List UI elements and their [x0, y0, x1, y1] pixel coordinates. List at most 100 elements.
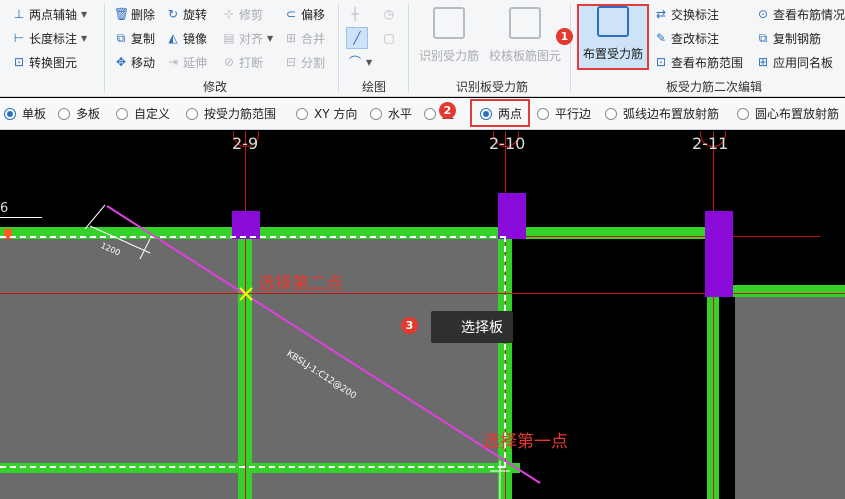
verify-rebar-button[interactable]: 校核板筋图元 — [487, 4, 563, 70]
draw-point-button[interactable]: ┼ — [348, 4, 362, 24]
convert-element-button[interactable]: ⊡ 转换图元 — [12, 52, 77, 72]
identify-group-label: 识别板受力筋 — [456, 80, 529, 94]
option-parallel[interactable]: 平行边 — [537, 105, 591, 122]
identify-icon — [433, 7, 465, 39]
two-point-axis-button[interactable]: ⊥ 两点辅轴 ▼ — [12, 4, 87, 24]
break-icon: ⊘ — [223, 55, 235, 69]
draw-clock-button[interactable]: ◷ — [382, 4, 396, 24]
swap-icon: ⇄ — [655, 7, 667, 21]
option-single[interactable]: 单板 — [4, 105, 46, 122]
pick-second-point-hint: 选择第二点 — [258, 274, 343, 294]
split-button[interactable]: ⊟ 分割 — [284, 52, 325, 72]
option-custom[interactable]: 自定义 — [116, 105, 170, 122]
option-circle-radial[interactable]: 圆心布置放射筋 — [737, 105, 839, 122]
step-badge-2: 2 — [439, 102, 456, 119]
rotate-icon: ↻ — [167, 7, 179, 21]
option-horizontal[interactable]: 水平 — [370, 105, 412, 122]
option-multi[interactable]: 多板 — [58, 105, 100, 122]
break-button[interactable]: ⊘ 打断 — [222, 52, 263, 72]
ribbon-toolbar: ⊥ 两点辅轴 ▼ ⊢ 长度标注 ▼ ⊡ 转换图元 🗑 删除 ↻ 旋转 ⊹ 修剪 ⊂ 偏移 ⧉ 复制 … — [0, 0, 845, 97]
view-range-button[interactable]: ⊡ 查看布筋范围 — [654, 52, 743, 72]
range-icon: ⊡ — [655, 55, 667, 69]
trash-icon: 🗑 — [114, 7, 130, 21]
separator — [338, 4, 339, 92]
radio-icon — [296, 107, 308, 120]
split-icon: ⊟ — [285, 55, 297, 69]
move-button[interactable]: ✥ 移动 — [114, 52, 155, 72]
extend-icon: ⇥ — [167, 55, 179, 69]
extend-button[interactable]: ⇥ 延伸 — [166, 52, 207, 72]
draw-arc-button[interactable]: ⌒ ▼ — [348, 52, 372, 72]
pick-first-point-hint: 选择第一点 — [483, 432, 568, 452]
radio-icon — [58, 107, 70, 120]
radio-icon — [116, 107, 128, 120]
merge-button[interactable]: ⊞ 合并 — [284, 28, 325, 48]
arc-icon: ⌒ — [348, 55, 361, 69]
step-badge-1: 1 — [556, 28, 573, 45]
option-xy[interactable]: XY 方向 — [296, 105, 357, 122]
radio-icon — [605, 107, 617, 120]
crosshair-icon: ┼ — [351, 7, 359, 21]
highlight-box — [470, 99, 530, 127]
delete-button[interactable]: 🗑 删除 — [114, 4, 155, 24]
radio-icon — [186, 107, 198, 120]
offset-button[interactable]: ⊂ 偏移 — [284, 4, 325, 24]
rotate-button[interactable]: ↻ 旋转 — [166, 4, 207, 24]
option-by-range[interactable]: 按受力筋范围 — [186, 105, 276, 122]
option-arc-radial[interactable]: 弧线边布置放射筋 — [605, 105, 719, 122]
edit-icon: ✎ — [655, 31, 667, 45]
mirror-button[interactable]: ◭ 镜像 — [166, 28, 207, 48]
options-bar: 单板 多板 自定义 按受力筋范围 XY 方向 水平 直 2 两点 平行边 弧线边… — [0, 98, 845, 222]
chevron-down-icon: ▼ — [81, 33, 88, 43]
align-button[interactable]: ▤ 对齐 ▼ — [222, 28, 273, 48]
merge-icon: ⊞ — [285, 31, 297, 45]
check-icon — [509, 7, 541, 39]
align-icon: ▤ — [223, 31, 235, 45]
line-icon: ╱ — [353, 31, 361, 45]
radio-icon — [370, 107, 382, 120]
separator — [104, 4, 105, 92]
length-dimension-button[interactable]: ⊢ 长度标注 ▼ — [12, 28, 87, 48]
step-badge-3: 3 — [401, 317, 418, 334]
copy-rebar-button[interactable]: ⧉ 复制钢筋 — [756, 28, 821, 48]
view-status-button[interactable]: ⊙ 查看布筋情况 — [756, 4, 845, 24]
dimension-icon: ⊢ — [13, 31, 25, 45]
copy-button[interactable]: ⧉ 复制 — [114, 28, 155, 48]
rebar-gear-icon — [597, 6, 629, 37]
copy-rebar-icon: ⧉ — [758, 31, 768, 45]
apply-same-button[interactable]: ⊞ 应用同名板 — [756, 52, 833, 72]
place-rebar-button[interactable]: 布置受力筋 — [577, 4, 649, 70]
rebar-line — [106, 205, 541, 484]
modify-label-button[interactable]: ✎ 查改标注 — [654, 28, 719, 48]
draw-line-button[interactable]: ╱ — [346, 27, 368, 49]
mirror-icon: ◭ — [168, 31, 178, 45]
drawing-canvas[interactable]: 2-9 2-10 2-11 6 KBSLJ-1:C12@200 1200 选择第… — [0, 131, 845, 499]
rebar-overlay — [84, 204, 541, 499]
move-icon: ✥ — [115, 55, 127, 69]
radio-icon — [4, 107, 16, 120]
offset-icon: ⊂ — [285, 7, 297, 21]
trim-icon: ⊹ — [223, 7, 235, 21]
clock-icon: ◷ — [383, 7, 395, 21]
separator — [570, 4, 571, 92]
identify-rebar-button[interactable]: 识别受力筋 — [414, 4, 484, 70]
view-icon: ⊙ — [757, 7, 769, 21]
modify-group-label: 修改 — [203, 80, 228, 94]
chevron-down-icon: ▼ — [81, 9, 88, 19]
chevron-down-icon: ▼ — [366, 57, 373, 67]
draw-rect-button[interactable]: ▢ — [382, 28, 396, 48]
rebar-group-label: 板受力筋二次编辑 — [666, 80, 763, 94]
apply-icon: ⊞ — [757, 55, 769, 69]
radio-icon — [537, 107, 549, 120]
rectangle-icon: ▢ — [383, 31, 395, 45]
convert-icon: ⊡ — [13, 55, 25, 69]
draw-group-label: 绘图 — [362, 80, 387, 94]
swap-label-button[interactable]: ⇄ 交换标注 — [654, 4, 719, 24]
radio-icon — [737, 107, 749, 120]
copy-icon: ⧉ — [116, 31, 126, 45]
chevron-down-icon: ▼ — [267, 33, 274, 43]
axis-icon: ⊥ — [13, 7, 25, 21]
dimension-line — [84, 204, 106, 230]
radio-icon — [424, 107, 436, 120]
trim-button[interactable]: ⊹ 修剪 — [222, 4, 263, 24]
